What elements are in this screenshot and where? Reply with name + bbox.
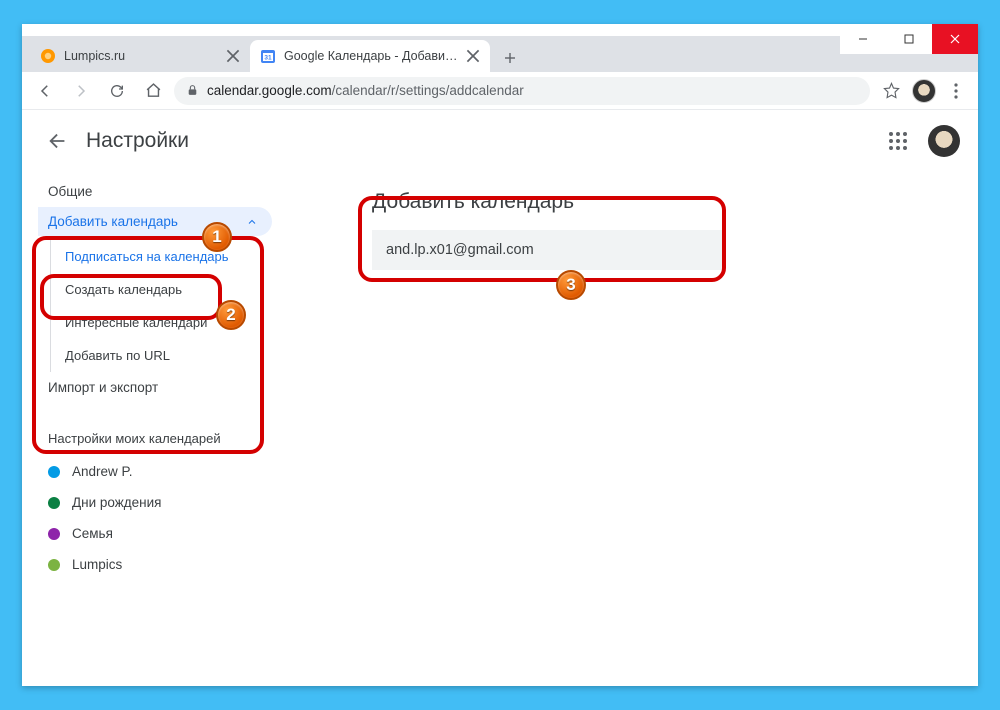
lock-icon xyxy=(186,84,199,97)
sidebar-item-label: Добавить календарь xyxy=(48,214,178,229)
calendar-color-dot xyxy=(48,559,60,571)
main-panel: Добавить календарь xyxy=(272,172,978,686)
chevron-up-icon xyxy=(246,216,258,228)
calendar-name: Lumpics xyxy=(72,557,122,572)
page-title: Настройки xyxy=(86,129,189,153)
back-button[interactable] xyxy=(30,76,60,106)
calendar-row[interactable]: Семья xyxy=(48,518,272,549)
maximize-button[interactable] xyxy=(886,24,932,54)
submenu-by-url[interactable]: Добавить по URL xyxy=(65,339,272,372)
sidebar-item-import-export[interactable]: Импорт и экспорт xyxy=(48,372,272,403)
url-text: calendar.google.com/calendar/r/settings/… xyxy=(207,83,524,98)
callout-badge-3: 3 xyxy=(556,270,586,300)
calendar-color-dot xyxy=(48,466,60,478)
calendar-name: Семья xyxy=(72,526,113,541)
settings-back-button[interactable] xyxy=(40,123,76,159)
calendar-row[interactable]: Lumpics xyxy=(48,549,272,580)
address-bar[interactable]: calendar.google.com/calendar/r/settings/… xyxy=(174,77,870,105)
new-tab-button[interactable] xyxy=(496,44,524,72)
calendar-color-dot xyxy=(48,497,60,509)
window-controls xyxy=(840,24,978,54)
close-icon[interactable] xyxy=(226,49,240,63)
calendar-row[interactable]: Дни рождения xyxy=(48,487,272,518)
gcal-favicon: 31 xyxy=(260,48,276,64)
my-calendars-header: Настройки моих календарей xyxy=(48,431,272,446)
toolbar: calendar.google.com/calendar/r/settings/… xyxy=(22,72,978,110)
calendar-name: Дни рождения xyxy=(72,495,161,510)
browser-window: Lumpics.ru 31 Google Календарь - Добавит… xyxy=(22,24,978,686)
svg-text:31: 31 xyxy=(264,55,272,62)
calendar-row[interactable]: Andrew P. xyxy=(48,456,272,487)
bookmark-button[interactable] xyxy=(876,76,906,106)
title-bar xyxy=(22,24,978,36)
tab-label: Google Календарь - Добавить к xyxy=(284,49,460,63)
calendar-email-input[interactable] xyxy=(372,230,722,270)
close-button[interactable] xyxy=(932,24,978,54)
tab-gcal[interactable]: 31 Google Календарь - Добавить к xyxy=(250,40,490,72)
reload-button[interactable] xyxy=(102,76,132,106)
home-button[interactable] xyxy=(138,76,168,106)
minimize-button[interactable] xyxy=(840,24,886,54)
page-content: Настройки Общие Добавить календарь Подпи… xyxy=(22,110,978,686)
callout-badge-2: 2 xyxy=(216,300,246,330)
calendar-color-dot xyxy=(48,528,60,540)
close-icon[interactable] xyxy=(466,49,480,63)
tab-lumpics[interactable]: Lumpics.ru xyxy=(30,40,250,72)
tab-label: Lumpics.ru xyxy=(64,49,220,63)
sidebar-item-add-calendar[interactable]: Добавить календарь xyxy=(38,207,272,236)
submenu-create[interactable]: Создать календарь xyxy=(65,273,272,306)
settings-body: Общие Добавить календарь Подписаться на … xyxy=(22,172,978,686)
forward-button[interactable] xyxy=(66,76,96,106)
settings-sidebar: Общие Добавить календарь Подписаться на … xyxy=(22,172,272,686)
account-avatar[interactable] xyxy=(928,125,960,157)
callout-badge-1: 1 xyxy=(202,222,232,252)
section-title: Добавить календарь xyxy=(372,190,948,214)
tab-strip: Lumpics.ru 31 Google Календарь - Добавит… xyxy=(22,36,978,72)
calendar-name: Andrew P. xyxy=(72,464,133,479)
submenu-subscribe[interactable]: Подписаться на календарь xyxy=(65,240,272,273)
apps-grid-icon[interactable] xyxy=(886,129,910,153)
lumpics-favicon xyxy=(40,48,56,64)
profile-avatar[interactable] xyxy=(912,79,936,103)
menu-button[interactable] xyxy=(942,83,970,99)
sidebar-item-general[interactable]: Общие xyxy=(48,176,272,207)
app-header: Настройки xyxy=(22,110,978,172)
